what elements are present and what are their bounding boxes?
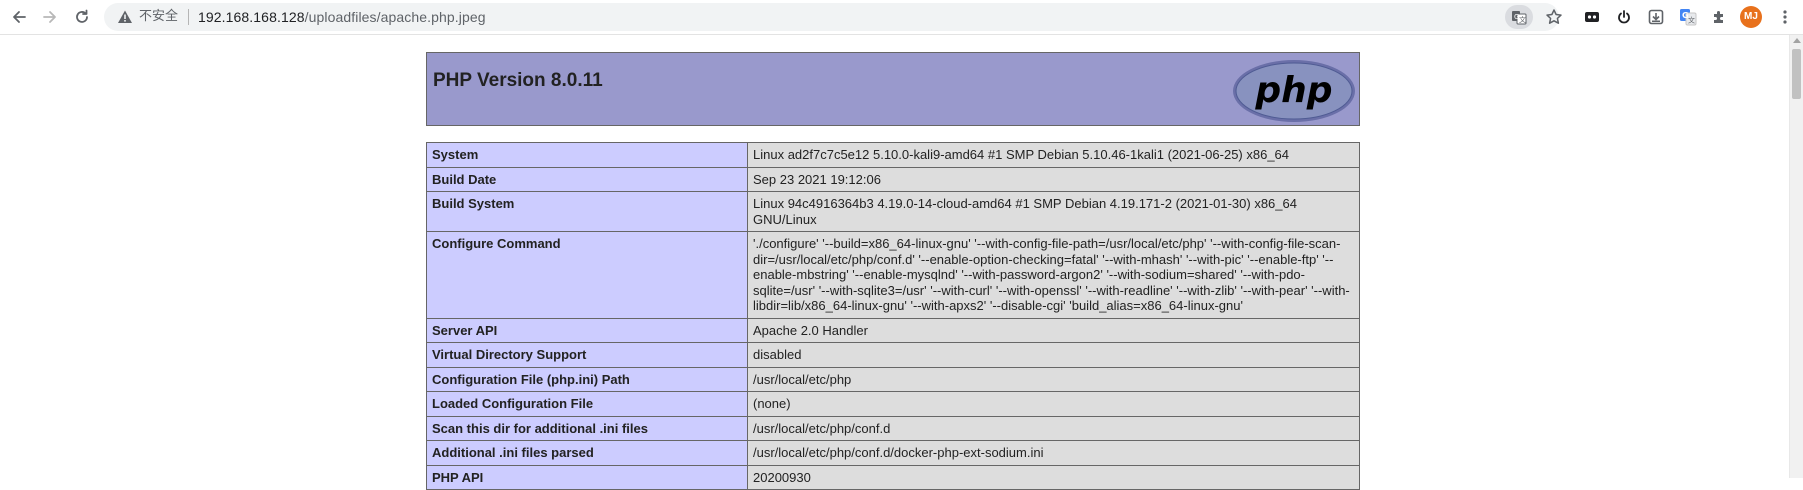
star-icon[interactable] — [1544, 7, 1564, 27]
warning-icon[interactable] — [117, 9, 133, 25]
info-key: Loaded Configuration File — [426, 391, 748, 417]
browser-toolbar: 不安全 192.168.168.128/uploadfiles/apache.p… — [0, 0, 1803, 35]
power-icon[interactable] — [1614, 7, 1634, 27]
url-host: 192.168.168.128 — [198, 9, 305, 25]
table-row: System Linux ad2f7c7c5e12 5.10.0-kali9-am… — [426, 142, 1360, 168]
table-row: Virtual Directory Support disabled — [426, 342, 1360, 368]
menu-icon[interactable] — [1775, 7, 1795, 27]
forward-icon[interactable] — [38, 5, 62, 29]
security-status-label[interactable]: 不安全 — [139, 9, 178, 25]
table-row: Configure Command './configure' '--build=… — [426, 231, 1360, 319]
extension-icon[interactable] — [1582, 7, 1602, 27]
php-logo-text: php — [1254, 70, 1332, 111]
svg-text:文: 文 — [1519, 15, 1526, 24]
info-value: './configure' '--build=x86_64-linux-gnu'… — [747, 231, 1360, 319]
info-value: Sep 23 2021 19:12:06 — [747, 166, 1360, 192]
table-row: Configuration File (php.ini) Path/usr/lo… — [426, 366, 1360, 392]
info-key: Additional .ini files parsed — [426, 440, 748, 466]
php-logo: php — [1232, 59, 1356, 127]
vertical-scrollbar[interactable] — [1789, 35, 1803, 478]
address-separator — [188, 9, 189, 25]
puzzle-icon[interactable] — [1709, 7, 1729, 27]
table-row: Loaded Configuration File (none) — [426, 391, 1360, 417]
reload-icon[interactable] — [70, 5, 94, 29]
info-key: Configuration File (php.ini) Path — [426, 366, 748, 392]
info-value: Apache 2.0 Handler — [747, 317, 1360, 343]
info-key: Build Date — [426, 166, 748, 192]
info-key: Configure Command — [426, 231, 748, 319]
info-value: Linux 94c4916364b3 4.19.0-14-cloud-amd64… — [747, 191, 1360, 232]
info-key: System — [426, 142, 748, 168]
info-key: Virtual Directory Support — [426, 342, 748, 368]
translate-icon[interactable]: G文 — [1505, 5, 1533, 29]
table-row: Build System Linux 94c4916364b3 4.19.0-14… — [426, 191, 1360, 232]
info-value: 20200930 — [747, 464, 1360, 490]
table-row: Scan this dir for additional .ini files /… — [426, 415, 1360, 441]
download-icon[interactable] — [1646, 7, 1666, 27]
address-bar[interactable]: 不安全 192.168.168.128/uploadfiles/apache.p… — [104, 3, 1562, 31]
info-value: /usr/local/etc/php — [747, 366, 1360, 392]
svg-text:文: 文 — [1688, 16, 1695, 25]
table-row: PHP API 20200930 — [426, 464, 1360, 490]
info-key: Scan this dir for additional .ini files — [426, 415, 748, 441]
table-row: Additional .ini files parsed/usr/local/e… — [426, 440, 1360, 466]
info-value: Linux ad2f7c7c5e12 5.10.0-kali9-amd64 #1… — [747, 142, 1360, 168]
info-key: Build System — [426, 191, 748, 232]
back-icon[interactable] — [7, 5, 31, 29]
table-row: Build Date Sep 23 2021 19:12:06 — [426, 166, 1360, 192]
info-value: (none) — [747, 391, 1360, 417]
table-row: Server API Apache 2.0 Handler — [426, 317, 1360, 343]
info-key: Server API — [426, 317, 748, 343]
scroll-up-arrow-icon[interactable] — [1793, 38, 1801, 43]
php-version-header: PHP Version 8.0.11 php — [426, 52, 1360, 126]
phpinfo-table: System Linux ad2f7c7c5e12 5.10.0-kali9-am… — [426, 142, 1360, 490]
info-value: /usr/local/etc/php/conf.d/docker-php-ext… — [747, 440, 1360, 466]
info-value: disabled — [747, 342, 1360, 368]
page-title: PHP Version 8.0.11 — [433, 70, 603, 91]
avatar[interactable]: MJ — [1740, 6, 1762, 28]
google-translate-icon[interactable]: G文 — [1678, 7, 1698, 27]
info-value: /usr/local/etc/php/conf.d — [747, 415, 1360, 441]
info-key: PHP API — [426, 464, 748, 490]
url-text[interactable]: 192.168.168.128/uploadfiles/apache.php.j… — [198, 8, 486, 26]
url-path: /uploadfiles/apache.php.jpeg — [304, 9, 486, 25]
scroll-thumb[interactable] — [1792, 49, 1801, 99]
